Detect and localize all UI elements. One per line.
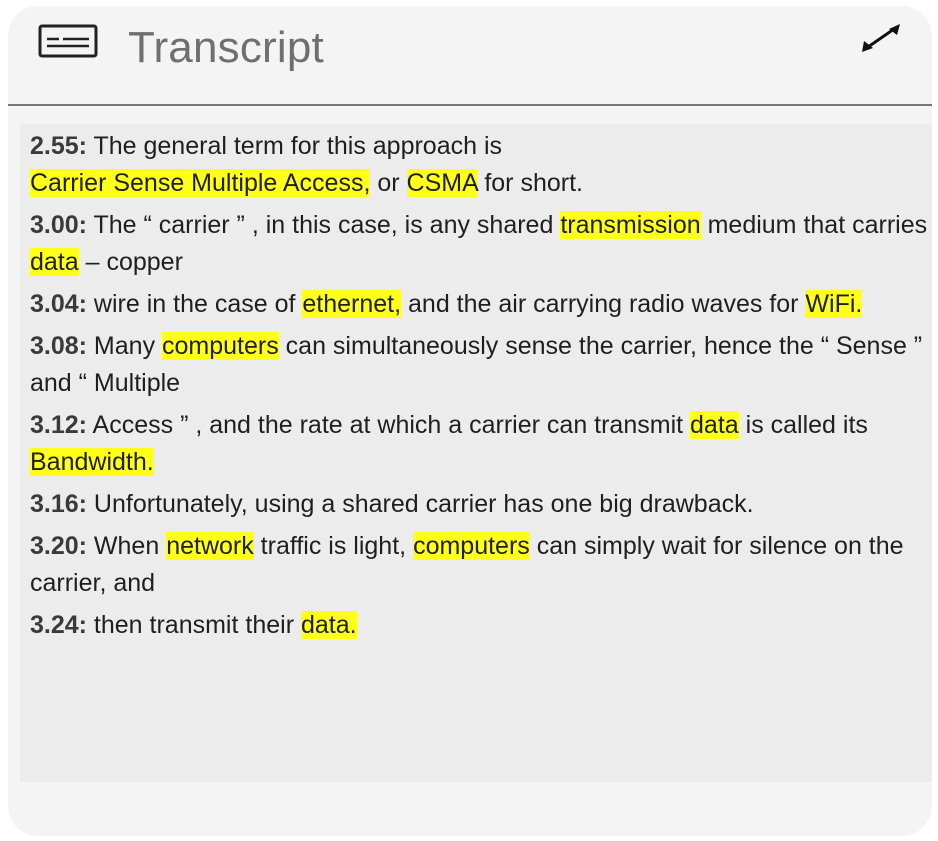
transcript-text: Unfortunately, using a shared carrier ha… [86, 490, 754, 518]
expand-icon[interactable] [860, 22, 902, 54]
highlighted-keyword: computers [413, 532, 530, 560]
transcript-line[interactable]: 3.00: The “ carrier ” , in this case, is… [30, 207, 930, 281]
transcript-header: Transcript [8, 6, 932, 106]
transcript-text: Access ” , and the rate at which a carri… [86, 411, 691, 439]
highlighted-keyword: WiFi. [805, 290, 863, 318]
highlighted-keyword: ethernet, [302, 290, 402, 318]
timestamp[interactable]: 3.12: [30, 411, 87, 439]
transcript-panel: Transcript 2.55: The general term for th… [8, 6, 932, 836]
transcript-list: 2.55: The general term for this approach… [30, 128, 930, 649]
timestamp[interactable]: 3.20: [30, 532, 87, 560]
highlighted-keyword: Bandwidth. [30, 448, 154, 476]
closed-caption-icon [38, 24, 98, 58]
highlighted-keyword: network [166, 532, 254, 560]
transcript-text: The “ carrier ” , in this case, is any s… [86, 211, 561, 239]
highlighted-keyword: CSMA [406, 169, 478, 197]
timestamp[interactable]: 3.08: [30, 332, 87, 360]
highlighted-keyword: Carrier Sense Multiple Access, [30, 169, 371, 197]
transcript-text: for short. [477, 169, 583, 197]
timestamp[interactable]: 3.24: [30, 611, 87, 639]
transcript-content: 2.55: The general term for this approach… [20, 124, 932, 782]
transcript-line[interactable]: 3.20: When network traffic is light, com… [30, 528, 930, 602]
highlighted-keyword: data. [300, 611, 357, 639]
transcript-line[interactable]: 3.24: then transmit their data. [30, 607, 930, 644]
transcript-text: medium that carries [700, 211, 928, 239]
timestamp[interactable]: 3.16: [30, 490, 87, 518]
highlighted-keyword: computers [162, 332, 279, 360]
timestamp[interactable]: 3.04: [30, 290, 87, 318]
transcript-line[interactable]: 3.12: Access ” , and the rate at which a… [30, 407, 930, 481]
transcript-text: When [86, 532, 167, 560]
transcript-text: wire in the case of [86, 290, 303, 318]
transcript-text: Many [86, 332, 163, 360]
transcript-text: The general term for this approach is [86, 132, 503, 160]
highlighted-keyword: data [30, 248, 79, 276]
highlighted-keyword: data [690, 411, 739, 439]
panel-title: Transcript [128, 23, 324, 72]
timestamp[interactable]: 2.55: [30, 132, 87, 160]
transcript-text: and the air carrying radio waves for [401, 290, 806, 318]
transcript-text: or [370, 169, 407, 197]
transcript-text: is called its [738, 411, 868, 439]
transcript-text: traffic is light, [253, 532, 414, 560]
transcript-text: then transmit their [86, 611, 301, 639]
highlighted-keyword: transmission [560, 211, 701, 239]
transcript-line[interactable]: 3.16: Unfortunately, using a shared carr… [30, 486, 930, 523]
timestamp[interactable]: 3.00: [30, 211, 87, 239]
transcript-line[interactable]: 3.04: wire in the case of ethernet, and … [30, 286, 930, 323]
transcript-line[interactable]: 3.08: Many computers can simultaneously … [30, 328, 930, 402]
transcript-text: – copper [78, 248, 183, 276]
transcript-line[interactable]: 2.55: The general term for this approach… [30, 128, 930, 202]
